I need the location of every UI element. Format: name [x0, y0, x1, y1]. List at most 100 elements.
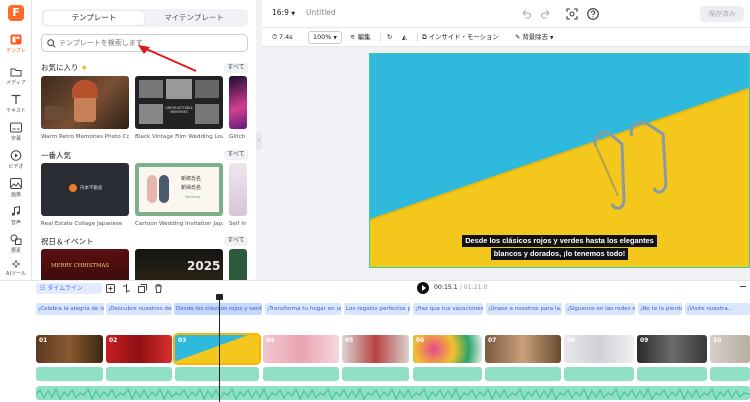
see-all-button[interactable]: すべて [224, 63, 248, 73]
rail-item-image[interactable]: 画像 [0, 178, 32, 206]
flip-button[interactable]: ◭ [402, 32, 407, 43]
video-clip[interactable]: 07 [485, 335, 561, 363]
video-clip[interactable]: 06 [413, 335, 482, 363]
duration-control[interactable]: ⏱ 7.4s [272, 32, 293, 43]
undo-icon[interactable] [520, 8, 532, 20]
edit-button[interactable]: ⚟ 編集 [350, 32, 371, 43]
video-clip[interactable]: 01 [36, 335, 103, 363]
aspect-ratio-select[interactable]: 16:9 ▼ [272, 8, 295, 17]
template-card[interactable]: UNFORGETTABLE MEMORIES Black Vintage Fil… [135, 76, 223, 140]
caption-clip[interactable]: ¡Haz que tus vacaciones... [413, 303, 483, 315]
video-clip[interactable]: 10 [710, 335, 750, 363]
caption-clip[interactable]: ¡Síguenos en las redes s... [565, 303, 635, 315]
template-card[interactable] [229, 249, 247, 280]
tab-my-templates[interactable]: マイテンプレート [144, 11, 244, 25]
zoom-select[interactable]: 100% ▼ [308, 31, 342, 44]
background-remove-button[interactable]: ✎ 背景除去 ▼ [515, 32, 553, 43]
caption-clip[interactable]: Desde los clásicos rojos y verd... [174, 303, 262, 315]
app-root: F テンプレ メディア テキスト 字幕 ビデオ 画像 音声 要素 AIツール テ… [0, 0, 750, 402]
save-button[interactable]: 保存済み [700, 6, 744, 22]
zoom-value: 100% [313, 33, 332, 41]
video-clip[interactable]: 09 [637, 335, 707, 363]
template-card[interactable]: 内本不動産 Real Estate Collage Japanese [41, 163, 129, 227]
rail-item-subtitle[interactable]: 字幕 [0, 122, 32, 150]
video-clip[interactable]: 04 [263, 335, 339, 363]
voiceover-clip[interactable] [36, 367, 103, 381]
rail-item-template[interactable]: テンプレ [0, 34, 32, 62]
trash-icon[interactable] [154, 284, 163, 293]
voiceover-clip[interactable] [564, 367, 634, 381]
clip-number: 02 [109, 337, 118, 344]
play-button[interactable] [417, 282, 429, 294]
rotate-button[interactable]: ↻ [387, 32, 392, 43]
text-icon [11, 94, 21, 104]
collapse-timeline-icon[interactable] [740, 286, 746, 287]
template-tabs: テンプレート マイテンプレート [41, 9, 248, 27]
help-icon[interactable] [587, 8, 599, 20]
split-icon[interactable] [122, 284, 131, 293]
video-clip[interactable]: 05 [342, 335, 409, 363]
flip-icon: ◭ [402, 33, 407, 41]
template-card[interactable]: 2025 [135, 249, 223, 280]
inside-motion-label: インサイド・モーション [428, 33, 499, 41]
timeline-toggle-button[interactable]: ☷ タイムライン [36, 283, 102, 294]
video-clip[interactable]: 02 [106, 335, 172, 363]
timeline-icon: ☷ [40, 285, 46, 292]
voiceover-clip[interactable] [485, 367, 561, 381]
caption-clip[interactable]: ¡Visite nuestra... [685, 303, 750, 315]
template-card[interactable]: Self In [229, 163, 247, 227]
rail-label: 画像 [10, 192, 21, 198]
template-card[interactable]: 新郎氏名 新婦氏名 Wedding Cartoon Wedding Invita… [135, 163, 223, 227]
rail-item-elements[interactable]: 要素 [0, 234, 32, 262]
duplicate-icon[interactable] [138, 284, 147, 293]
playhead[interactable] [216, 294, 223, 402]
template-card[interactable]: MERRY CHRISTMAS [41, 249, 129, 280]
clip-number: 01 [39, 337, 48, 344]
preview-canvas[interactable]: Desde los clásicos rojos y verdes hasta … [369, 53, 750, 268]
caption-clip[interactable]: ¡Únase a nosotros para la... [486, 303, 562, 315]
redo-icon[interactable] [540, 8, 552, 20]
voiceover-clip[interactable] [710, 367, 750, 381]
rail-item-audio[interactable]: 音声 [0, 206, 32, 234]
rail-item-video[interactable]: ビデオ [0, 150, 32, 178]
voiceover-clip[interactable] [342, 367, 409, 381]
caption-clip[interactable]: Los regalos perfectos p... [344, 303, 410, 315]
caption-clip[interactable]: ¡Descubre nuestros de... [106, 303, 172, 315]
video-clip[interactable]: 08 [564, 335, 634, 363]
see-all-button[interactable]: すべて [224, 150, 248, 160]
tab-templates[interactable]: テンプレート [44, 11, 144, 25]
thumb-text: Wedding [185, 195, 201, 199]
music-track[interactable] [36, 386, 750, 400]
video-clip-selected[interactable]: 03 [173, 333, 261, 365]
rail-item-media[interactable]: メディア [0, 66, 32, 94]
top-bar: 16:9 ▼ Untitled 保存済み [262, 0, 750, 28]
template-caption: Cartoon Wedding Invitation Japa... [135, 221, 223, 227]
caption-clip[interactable]: ¡No te lo pierdas! ¡Nues... [638, 303, 682, 315]
caption-clip[interactable]: ¡Celebra la alegría de la... [36, 303, 104, 315]
voiceover-clip[interactable] [106, 367, 172, 381]
voiceover-clip[interactable] [175, 367, 259, 381]
inside-motion-button[interactable]: ⧉ インサイド・モーション [422, 32, 499, 43]
template-card[interactable]: Glitch [229, 76, 247, 140]
template-card[interactable]: Warm Retro Memories Photo Col... [41, 76, 129, 140]
add-media-icon[interactable] [106, 284, 115, 293]
screenshot-icon[interactable] [566, 8, 578, 20]
caption-clip[interactable]: ¡Transforma tu hogar en un... [265, 303, 341, 315]
subtitle-icon [10, 122, 22, 133]
rail-item-ai-tools[interactable] [0, 260, 32, 270]
document-title[interactable]: Untitled [306, 8, 336, 17]
see-all-button[interactable]: すべて [224, 236, 248, 246]
rail-label: テンプレ [6, 48, 26, 54]
template-thumbnail: MERRY CHRISTMAS [41, 249, 129, 280]
waveform [36, 387, 750, 400]
caption-track: ¡Celebra la alegría de la... ¡Descubre n… [36, 303, 750, 315]
template-thumbnail [41, 76, 129, 129]
voiceover-clip[interactable] [263, 367, 339, 381]
timeline-label: タイムライン [47, 285, 83, 292]
toolbar-divider [417, 33, 418, 42]
rail-item-text[interactable]: テキスト [0, 94, 32, 122]
image-icon [10, 178, 22, 189]
voiceover-clip[interactable] [413, 367, 482, 381]
voiceover-clip[interactable] [637, 367, 707, 381]
clip-number: 10 [713, 337, 722, 344]
